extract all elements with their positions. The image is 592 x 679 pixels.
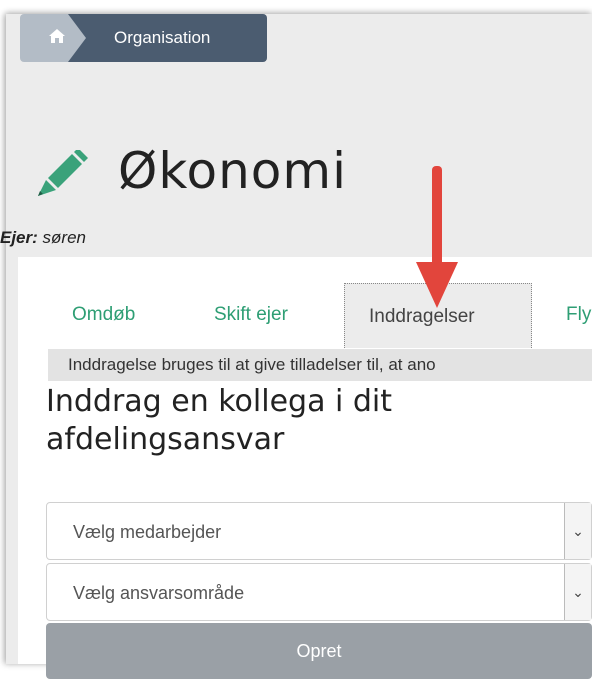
breadcrumb-label: Organisation [114,28,211,47]
tab-omdob[interactable]: Omdøb [72,304,135,326]
top-strip [0,0,592,14]
employee-select[interactable]: Vælg medarbejder ⌄ [46,502,592,560]
home-icon [48,28,66,49]
breadcrumb-organisation[interactable]: Organisation [68,14,267,62]
page-canvas: Organisation Økonomi Ejer: søren Omdøb S… [0,14,592,679]
owner-line: Ejer: søren [0,228,86,248]
responsibility-select[interactable]: Vælg ansvarsområde ⌄ [46,563,592,621]
annotation-arrow-icon [416,166,460,317]
info-text: Inddragelse bruges til at give tilladels… [68,355,436,374]
responsibility-select-value: Vælg ansvarsområde [73,583,245,603]
info-bar: Inddragelse bruges til at give tilladels… [48,349,592,381]
chevron-down-icon[interactable]: ⌄ [564,564,591,620]
employee-select-value: Vælg medarbejder [73,522,222,542]
chevron-down-icon[interactable]: ⌄ [564,503,591,559]
tab-skift-ejer[interactable]: Skift ejer [214,304,288,326]
breadcrumb-separator [68,14,86,62]
form-heading: Inddrag en kollega i dit afdelingsansvar [46,384,393,457]
owner-label: Ejer: [0,228,38,247]
page-title: Økonomi [118,142,347,200]
owner-value: søren [42,228,86,247]
content-panel: Omdøb Skift ejer Inddragelser Fly Inddra… [18,257,592,679]
submit-button[interactable]: Opret [46,623,592,679]
pencil-icon [34,148,92,203]
tab-fly[interactable]: Fly [566,304,591,326]
